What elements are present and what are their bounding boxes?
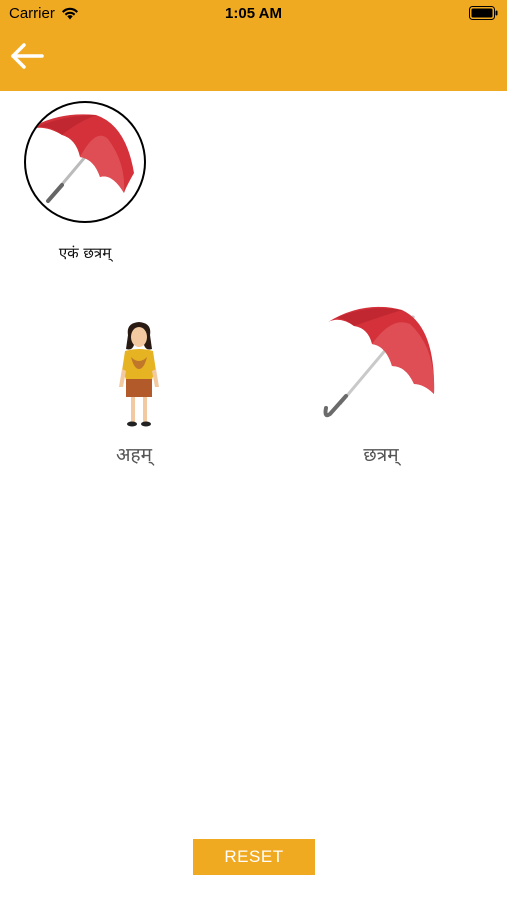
option-girl[interactable]: अहम्: [84, 313, 194, 473]
app-header: Carrier 1:05 AM: [0, 0, 507, 91]
back-button[interactable]: [8, 38, 48, 74]
girl-icon: [119, 322, 159, 427]
option-label-umbrella: छत्रम्: [363, 444, 399, 466]
selected-word-label: एकं छत्रम्: [58, 244, 112, 262]
option-label-girl: अहम्: [116, 444, 152, 466]
selected-image-circle: [24, 101, 146, 223]
battery-icon: [469, 6, 498, 20]
umbrella-icon: [323, 306, 435, 418]
arrow-left-icon: [11, 43, 44, 69]
status-bar: Carrier 1:05 AM: [0, 0, 507, 28]
reset-button[interactable]: RESET: [193, 839, 315, 875]
option-umbrella[interactable]: छत्रम्: [318, 300, 444, 470]
status-time: 1:05 AM: [225, 5, 282, 22]
umbrella-icon: [26, 114, 134, 203]
